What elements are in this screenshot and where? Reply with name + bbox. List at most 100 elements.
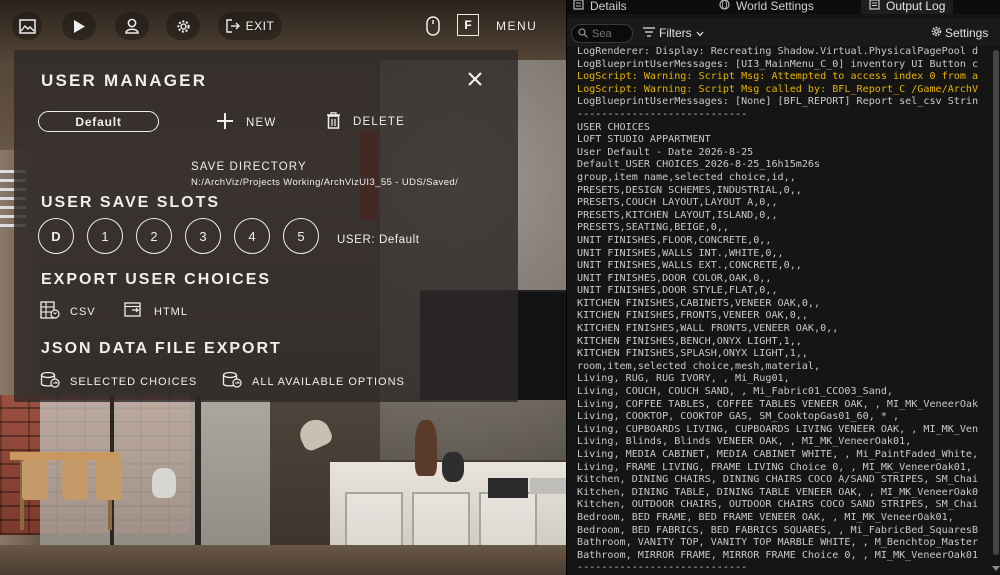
current-user-label: USER: Default	[337, 234, 420, 246]
log-line: KITCHEN FINISHES,WALL FRONTS,VENEER OAK,…	[577, 323, 839, 335]
delete-label: DELETE	[353, 116, 405, 128]
save-slot-3[interactable]: 3	[185, 218, 221, 254]
save-slot-4[interactable]: 4	[234, 218, 270, 254]
filter-icon	[643, 26, 655, 40]
export-html-button[interactable]: HTML	[124, 301, 188, 322]
tab-world-settings[interactable]: World Settings	[719, 0, 814, 14]
mouse-icon[interactable]	[426, 16, 440, 41]
log-line: KITCHEN FINISHES,SPLASH,ONYX LIGHT,1,,	[577, 348, 808, 360]
spreadsheet-export-icon	[40, 301, 60, 322]
gallery-button[interactable]	[12, 12, 42, 40]
scene-plant-pot	[152, 468, 176, 498]
log-line: KITCHEN FINISHES,CABINETS,VENEER OAK,0,,	[577, 297, 821, 309]
json-export-heading: JSON DATA FILE EXPORT	[41, 340, 282, 357]
output-log-list[interactable]: LogRenderer: Display: Recreating Shadow.…	[567, 46, 989, 575]
filters-dropdown[interactable]: Filters	[643, 26, 704, 40]
log-line: Living, CUPBOARDS LIVING, CUPBOARDS LIVI…	[577, 423, 979, 435]
delete-user-button[interactable]: DELETE	[326, 112, 405, 132]
scene-vase	[442, 452, 464, 482]
scene-lamp	[295, 414, 335, 454]
scene-dining-table	[10, 452, 120, 460]
scene-window-frame	[195, 395, 201, 570]
globe-icon	[719, 0, 730, 13]
editor-panel: Details World Settings Output Log Fi	[566, 0, 1000, 575]
data-export-icon	[40, 371, 60, 392]
play-button[interactable]	[62, 12, 96, 40]
settings-button[interactable]	[166, 12, 200, 40]
export-selected-choices-button[interactable]: SELECTED CHOICES	[40, 371, 197, 392]
user-button[interactable]	[115, 12, 149, 40]
log-search-input[interactable]	[592, 27, 626, 40]
scene-floor	[0, 545, 566, 575]
log-line: Living, COFFEE TABLES, COFFEE TABLES VEN…	[577, 398, 979, 410]
tab-details-label: Details	[590, 0, 627, 13]
scene-chair	[22, 460, 48, 500]
log-line: UNIT FINISHES,FLOOR,CONCRETE,0,,	[577, 234, 772, 246]
log-line: room,item,selected choice,mesh,material,	[577, 360, 821, 372]
user-icon	[125, 18, 139, 34]
log-line: LogBlueprintUserMessages: [None] [BFL_RE…	[577, 96, 979, 108]
export-all-label: ALL AVAILABLE OPTIONS	[252, 375, 405, 388]
log-scrollbar[interactable]	[991, 46, 1000, 575]
log-line: Default_USER CHOICES_2026-8-25_16h15m26s	[577, 159, 821, 171]
save-slot-default[interactable]: D	[38, 218, 74, 254]
web-export-icon	[124, 301, 144, 322]
scene-vase	[415, 420, 437, 476]
scroll-down-arrow-icon[interactable]	[992, 566, 1000, 571]
save-slot-2[interactable]: 2	[136, 218, 172, 254]
log-line: Living, COUCH, COUCH SAND, , Mi_Fabric01…	[577, 386, 894, 398]
save-slot-5[interactable]: 5	[283, 218, 319, 254]
chevron-down-icon	[696, 26, 704, 40]
save-directory-label: SAVE DIRECTORY	[191, 161, 307, 173]
log-line: PRESETS,SEATING,BEIGE,0,,	[577, 222, 729, 234]
play-icon	[73, 19, 85, 33]
scene-device	[530, 478, 566, 494]
editor-tab-bar: Details World Settings Output Log	[567, 0, 1000, 14]
scene-chair	[96, 460, 122, 500]
gear-icon	[176, 19, 191, 34]
filters-label: Filters	[659, 26, 692, 40]
tab-details[interactable]: Details	[573, 0, 627, 14]
new-user-button[interactable]: NEW	[216, 112, 276, 133]
export-choices-heading: EXPORT USER CHOICES	[41, 271, 272, 288]
log-line: Bedroom, BED FRAME, BED FRAME VENEER OAK…	[577, 511, 954, 523]
search-icon	[578, 25, 588, 43]
menu-button[interactable]: MENU	[496, 19, 537, 33]
log-line: LogBlueprintUserMessages: [UI3_MainMenu_…	[577, 58, 979, 70]
log-line: Bathroom, MIRROR FRAME, MIRROR FRAME Cho…	[577, 549, 979, 561]
log-toolbar: Filters Settings	[567, 18, 1000, 46]
export-csv-button[interactable]: CSV	[40, 301, 96, 322]
exit-icon	[225, 19, 240, 33]
log-line: Living, Blinds, Blinds VENEER OAK, , MI_…	[577, 436, 912, 448]
log-line: LogScript: Warning: Script Msg: Attempte…	[577, 71, 979, 83]
log-line: Bathroom, VANITY TOP, VANITY TOP MARBLE …	[577, 537, 979, 549]
log-settings-dropdown[interactable]: Settings	[931, 26, 988, 40]
log-line: group,item name,selected choice,id,,	[577, 171, 796, 183]
log-line: UNIT FINISHES,WALLS INT.,WHITE,0,,	[577, 247, 784, 259]
tab-world-settings-label: World Settings	[736, 0, 814, 13]
log-search-box[interactable]	[571, 24, 633, 43]
save-directory-path: N:/ArchViz/Projects Working/ArchVizUI3_5…	[191, 177, 459, 188]
fullscreen-key-button[interactable]: F	[457, 14, 479, 36]
log-line: Living, COOKTOP, COOKTOP GAS, SM_Cooktop…	[577, 411, 900, 423]
new-label: NEW	[246, 116, 277, 129]
gear-icon	[931, 26, 942, 40]
save-slots-heading: USER SAVE SLOTS	[41, 194, 221, 211]
log-line: PRESETS,KITCHEN LAYOUT,ISLAND,0,,	[577, 209, 778, 221]
tab-output-log-label: Output Log	[886, 0, 946, 13]
log-line: USER CHOICES	[577, 121, 650, 133]
log-line: Living, MEDIA CABINET, MEDIA CABINET WHI…	[577, 449, 979, 460]
log-line: UNIT FINISHES,WALLS EXT.,CONCRETE,0,,	[577, 260, 802, 272]
plus-icon	[216, 112, 234, 133]
close-icon[interactable]	[464, 68, 486, 90]
export-all-options-button[interactable]: ALL AVAILABLE OPTIONS	[222, 371, 405, 392]
profile-selector[interactable]: Default	[38, 111, 159, 132]
settings-label: Settings	[945, 26, 989, 40]
save-slot-1[interactable]: 1	[87, 218, 123, 254]
tab-output-log[interactable]: Output Log	[861, 0, 954, 14]
details-icon	[573, 0, 584, 13]
log-line: Bedroom, BED FABRICS, BED FABRICS SQUARE…	[577, 524, 979, 536]
log-scroll-thumb[interactable]	[993, 50, 999, 555]
exit-button[interactable]: EXIT	[218, 12, 282, 40]
log-line: Living, RUG, RUG IVORY, , Mi_Rug01,	[577, 373, 790, 385]
